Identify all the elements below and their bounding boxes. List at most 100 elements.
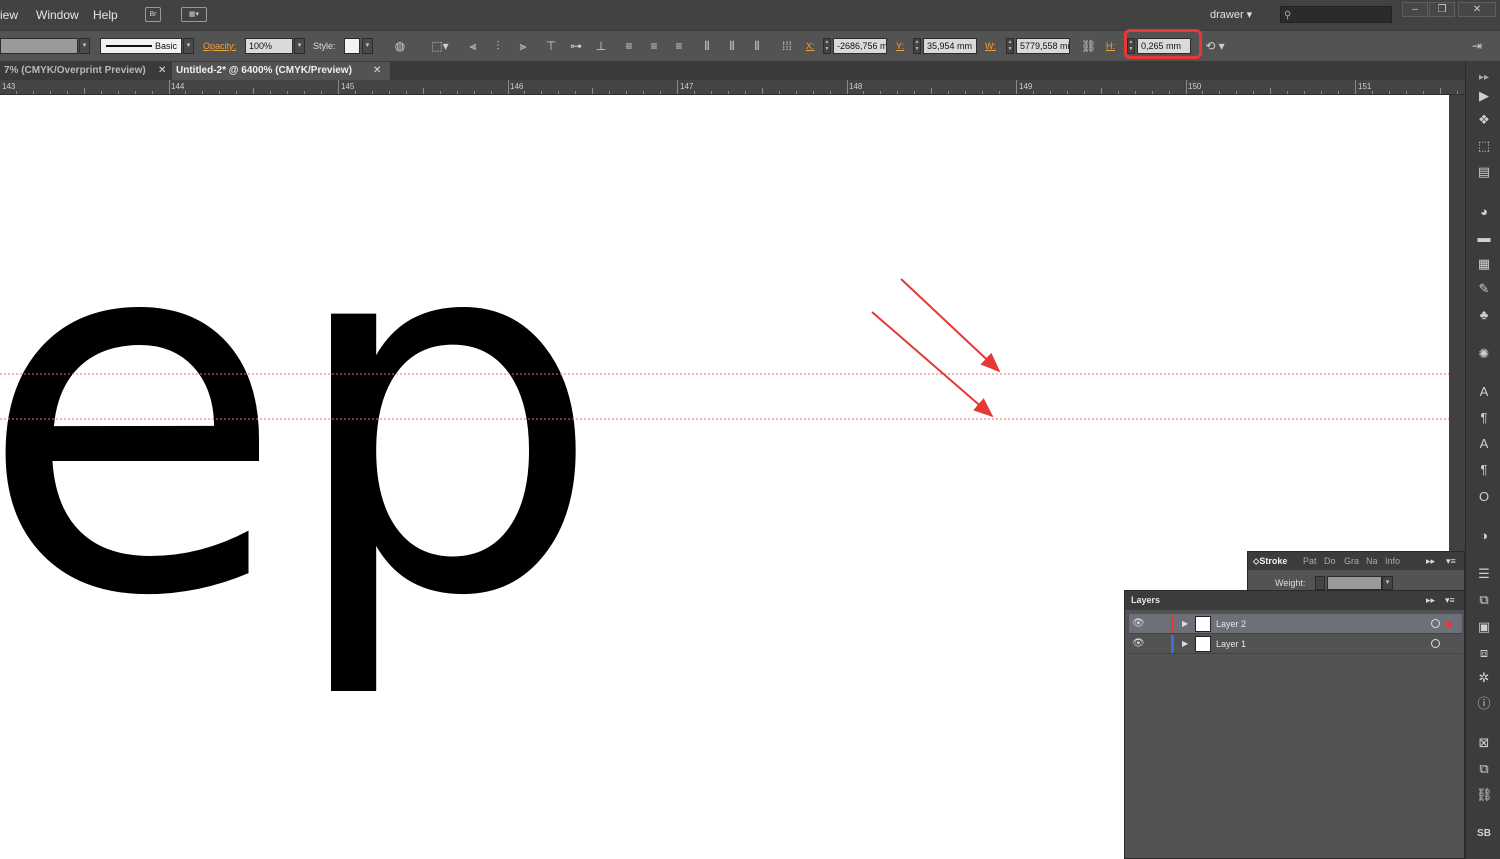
workspace-switcher[interactable]: drawer ▾ — [1210, 8, 1252, 21]
distribute-bottom-icon[interactable]: ≡ — [672, 39, 686, 53]
layer-row-layer-1[interactable]: 👁 ▶ Layer 1 — [1129, 634, 1462, 654]
style-dropdown[interactable]: ▾ — [362, 38, 373, 54]
close-window-button[interactable]: ✕ — [1458, 2, 1496, 17]
symbols-icon[interactable]: ❖ — [1476, 112, 1492, 128]
play-icon[interactable]: ▶ — [1476, 88, 1492, 104]
menu-help[interactable]: Help — [93, 8, 118, 22]
expand-triangle-icon[interactable]: ▶ — [1182, 619, 1188, 628]
weight-dropdown[interactable]: ▾ — [1382, 576, 1393, 590]
transform-options-icon[interactable]: ⟲ ▾ — [1201, 39, 1229, 53]
gradient-icon[interactable]: ▬ — [1476, 230, 1492, 246]
h-label[interactable]: H: — [1106, 41, 1115, 51]
tab-untitled-2[interactable]: Untitled-2* @ 6400% (CMYK/Preview) — [172, 62, 390, 80]
x-stepper[interactable]: ▲ ▼ — [823, 38, 831, 54]
transform-icon[interactable]: ⬚ — [1476, 138, 1492, 154]
tab-document[interactable]: Do — [1324, 556, 1336, 566]
align-to-selection-icon[interactable]: ⬚▾ — [429, 39, 451, 53]
x-label[interactable]: X: — [806, 41, 815, 51]
links-icon[interactable]: ⛓ — [1476, 787, 1493, 803]
graphic-styles-icon[interactable]: ⊠ — [1476, 735, 1492, 751]
weight-stepper[interactable] — [1315, 576, 1325, 590]
expand-triangle-icon[interactable]: ▶ — [1182, 639, 1188, 648]
color-guide-icon[interactable]: ◕ — [1476, 204, 1492, 220]
minimize-button[interactable]: – — [1402, 2, 1428, 17]
align-right-icon[interactable]: ⫸ — [516, 39, 530, 53]
pathfinder-icon[interactable]: ⧉ — [1476, 592, 1492, 608]
y-stepper[interactable]: ▲ ▼ — [913, 38, 921, 54]
arrange-documents-icon[interactable]: ▦▾ — [181, 7, 207, 22]
menu-window[interactable]: Window — [36, 8, 79, 22]
tab-pattern[interactable]: Pat — [1303, 556, 1317, 566]
w-label[interactable]: W: — [985, 41, 996, 51]
panel-expand-icon[interactable]: ▸▸ — [1426, 556, 1435, 567]
tab-navigator[interactable]: Na — [1366, 556, 1378, 566]
align-left-icon[interactable]: ⫷ — [466, 39, 480, 53]
layer-row-layer-2[interactable]: 👁 ▶ Layer 2 — [1129, 614, 1462, 634]
panel-expand-icon[interactable]: ▸▸ — [1426, 595, 1435, 606]
transparency-icon[interactable]: ◑ — [1476, 528, 1492, 544]
restore-button[interactable]: ❐ — [1429, 2, 1455, 17]
paragraph-icon[interactable]: ¶ — [1476, 410, 1492, 426]
stroke-profile-dropdown[interactable]: ▾ — [183, 38, 194, 54]
x-field[interactable]: -2686,756 m — [833, 38, 887, 54]
document-info-icon[interactable]: ▣ — [1476, 619, 1492, 635]
close-tab-icon[interactable]: ✕ — [158, 62, 166, 80]
y-field[interactable]: 35,954 mm — [923, 38, 977, 54]
align-panel-icon[interactable]: ▤ — [1476, 164, 1492, 180]
navigator-icon[interactable]: ✲ — [1476, 670, 1492, 686]
align-vertical-center-icon[interactable]: ⊶ — [569, 39, 583, 53]
tab-gradient[interactable]: Gra — [1344, 556, 1359, 566]
opacity-field[interactable]: 100% — [245, 38, 293, 54]
fill-stroke-swatch[interactable] — [0, 38, 78, 54]
visibility-eye-icon[interactable]: 👁 — [1132, 638, 1145, 649]
artwork-glyphs[interactable]: ep — [0, 123, 603, 705]
glyphs-icon[interactable]: O — [1476, 489, 1492, 505]
search-input[interactable]: ⚲ — [1280, 6, 1392, 23]
distribute-right-icon[interactable]: ⫴ — [750, 39, 764, 53]
brushes-icon[interactable]: ✎ — [1476, 281, 1492, 297]
distribute-left-icon[interactable]: ⫴ — [700, 39, 714, 53]
collapse-dock-icon[interactable]: ▸▸ — [1476, 70, 1492, 86]
tab-stroke[interactable]: ⬦Stroke — [1253, 556, 1287, 567]
recolor-artwork-icon[interactable]: ◍ — [393, 39, 407, 53]
character-icon[interactable]: A — [1476, 384, 1492, 400]
control-panel-menu-icon[interactable]: ⇥ — [1470, 39, 1484, 53]
tab-info[interactable]: Info — [1385, 556, 1400, 566]
swatch-dropdown[interactable]: ▾ — [79, 38, 90, 54]
close-tab-icon[interactable]: ✕ — [373, 62, 381, 80]
layers-icon[interactable]: ⧉ — [1476, 761, 1492, 777]
stroke-panel-icon[interactable]: ☰ — [1476, 566, 1492, 582]
panel-menu-icon[interactable]: ▾≡ — [1446, 556, 1456, 567]
target-circle-icon[interactable] — [1431, 619, 1440, 628]
w-field[interactable]: 5779,558 mi — [1016, 38, 1070, 54]
layer-name[interactable]: Layer 1 — [1216, 639, 1246, 649]
graphic-style-swatch[interactable] — [344, 38, 360, 54]
stroke-profile-field[interactable]: Basic — [100, 38, 182, 54]
panel-menu-icon[interactable]: ▾≡ — [1445, 595, 1455, 606]
distribute-center-icon[interactable]: ≡ — [647, 39, 661, 53]
weight-field[interactable] — [1327, 576, 1382, 590]
distribute-h-center-icon[interactable]: ⫴ — [725, 39, 739, 53]
w-stepper[interactable]: ▲ ▼ — [1006, 38, 1014, 54]
visibility-eye-icon[interactable]: 👁 — [1132, 618, 1145, 629]
info-icon[interactable]: ⓘ — [1476, 696, 1492, 712]
target-circle-icon[interactable] — [1431, 639, 1440, 648]
constrain-proportions-icon[interactable]: ⛓ — [1081, 39, 1096, 53]
y-label[interactable]: Y: — [896, 41, 904, 51]
menu-view[interactable]: iew — [0, 8, 18, 22]
align-top-icon[interactable]: ⊤ — [544, 39, 558, 53]
transform-reference-point-icon[interactable]: ⁞⁞⁞ — [780, 39, 794, 53]
artboards-icon[interactable]: ⧈ — [1476, 645, 1492, 661]
character-styles-icon[interactable]: A — [1476, 436, 1492, 452]
opacity-dropdown[interactable]: ▾ — [294, 38, 305, 54]
distribute-top-icon[interactable]: ≡ — [622, 39, 636, 53]
align-bottom-icon[interactable]: ⊥ — [594, 39, 608, 53]
tab-overprint-preview[interactable]: 7% (CMYK/Overprint Preview) — [0, 62, 170, 80]
symbol-sprayer-icon[interactable]: ♣ — [1476, 307, 1492, 323]
layer-name[interactable]: Layer 2 — [1216, 619, 1246, 629]
opacity-label[interactable]: Opacity: — [203, 41, 236, 51]
appearance-icon[interactable]: ✺ — [1476, 346, 1492, 362]
align-horizontal-center-icon[interactable]: ⫶ — [491, 39, 505, 53]
layers-tab[interactable]: Layers — [1131, 595, 1160, 605]
swatches-icon[interactable]: ▦ — [1476, 256, 1492, 272]
